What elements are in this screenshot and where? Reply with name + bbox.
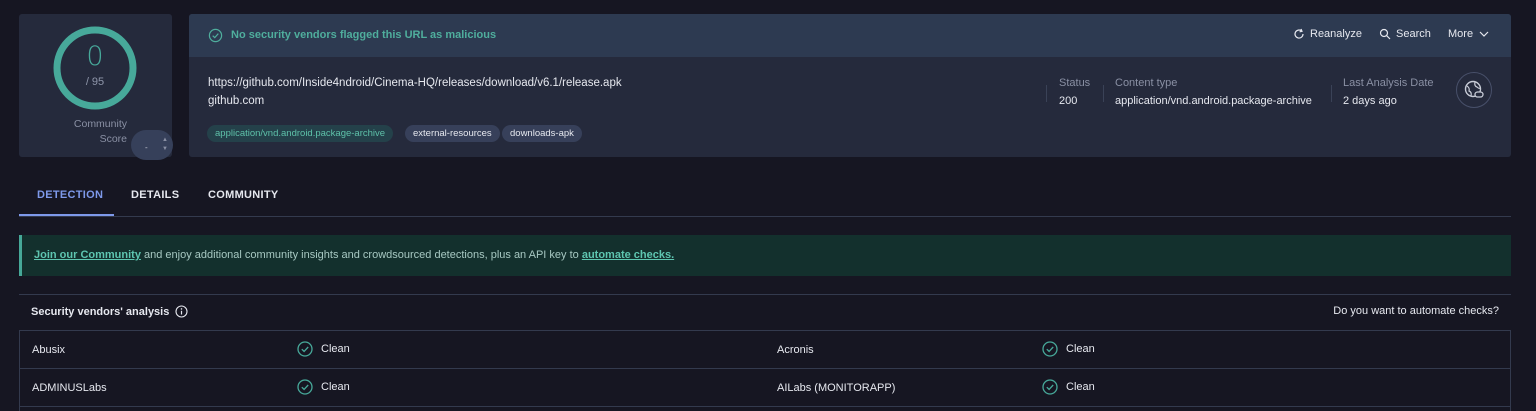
vendor-result: Clean — [1042, 341, 1095, 357]
community-score-value: - — [145, 143, 148, 152]
search-button[interactable]: Search — [1379, 28, 1431, 40]
downvote-icon[interactable]: ▼ — [162, 146, 168, 152]
globe-link-icon — [1464, 80, 1484, 98]
search-icon — [1379, 28, 1391, 40]
refresh-icon — [1294, 28, 1304, 39]
check-circle-icon — [297, 379, 313, 395]
community-score-card: 0 / 95 Community Score - ▲ ▼ — [19, 14, 173, 160]
info-icon[interactable] — [175, 305, 188, 318]
vendor-name: Abusix — [32, 344, 66, 356]
vendors-table: Abusix Clean Acronis Clean ADMINUSLabs C… — [19, 330, 1511, 411]
divider — [1331, 85, 1332, 102]
community-score-vote[interactable]: - ▲ ▼ — [131, 130, 173, 160]
status-value: 200 — [1059, 95, 1078, 107]
community-score-label: Community Score — [73, 118, 127, 145]
more-menu-button[interactable]: More — [1448, 28, 1490, 40]
divider — [1046, 85, 1047, 102]
vendor-name: AILabs (MONITORAPP) — [777, 382, 896, 394]
tag-downloads-apk[interactable]: downloads-apk — [502, 125, 582, 142]
check-circle-icon — [208, 28, 223, 43]
detection-score: 0 — [86, 41, 104, 72]
tab-community[interactable]: COMMUNITY — [208, 189, 279, 201]
vendor-name: Acronis — [777, 344, 814, 356]
automate-checks-prompt[interactable]: Do you want to automate checks? — [1333, 305, 1499, 317]
vendor-result: Clean — [297, 341, 350, 357]
tab-detection[interactable]: DETECTION — [37, 189, 103, 201]
url-type-icon — [1456, 72, 1492, 108]
join-community-link[interactable]: Join our Community — [34, 249, 141, 261]
check-circle-icon — [1042, 379, 1058, 395]
table-row: ADMINUSLabs Clean AILabs (MONITORAPP) Cl… — [20, 369, 1510, 407]
vendors-header: Security vendors' analysis Do you want t… — [19, 294, 1511, 330]
tag-external-resources[interactable]: external-resources — [405, 125, 500, 142]
verdict-banner: No security vendors flagged this URL as … — [189, 14, 1511, 57]
score-ring-label: 0 / 95 — [52, 25, 138, 111]
vendor-result: Clean — [297, 379, 350, 395]
status-field: Status 200 — [1059, 77, 1091, 107]
chevron-down-icon — [1479, 31, 1489, 37]
check-circle-icon — [297, 341, 313, 357]
automate-checks-link[interactable]: automate checks. — [582, 249, 674, 261]
content-type-field: Content type application/vnd.android.pac… — [1115, 77, 1312, 107]
tab-details[interactable]: DETAILS — [131, 189, 179, 201]
check-circle-icon — [1042, 341, 1058, 357]
upvote-icon[interactable]: ▲ — [162, 137, 168, 143]
last-analysis-field: Last Analysis Date 2 days ago — [1343, 77, 1434, 107]
detection-total: / 95 — [85, 76, 105, 88]
verdict-message: No security vendors flagged this URL as … — [231, 29, 497, 41]
last-analysis-value: 2 days ago — [1343, 95, 1397, 107]
vendor-name: ADMINUSLabs — [32, 382, 107, 394]
analyzed-domain: github.com — [208, 95, 265, 107]
analyzed-url: https://github.com/Inside4ndroid/Cinema-… — [208, 77, 622, 89]
divider — [1103, 85, 1104, 102]
reanalyze-button[interactable]: Reanalyze — [1293, 28, 1362, 40]
tag-content-type[interactable]: application/vnd.android.package-archive — [207, 125, 394, 142]
tabs-divider — [19, 216, 1511, 217]
vendors-title: Security vendors' analysis — [31, 305, 170, 318]
community-promo-banner: Join our Community and enjoy additional … — [19, 235, 1511, 276]
vendor-result: Clean — [1042, 379, 1095, 395]
table-row: Abusix Clean Acronis Clean — [20, 331, 1510, 369]
url-summary-card: No security vendors flagged this URL as … — [189, 14, 1511, 157]
content-type-value: application/vnd.android.package-archive — [1115, 95, 1312, 107]
